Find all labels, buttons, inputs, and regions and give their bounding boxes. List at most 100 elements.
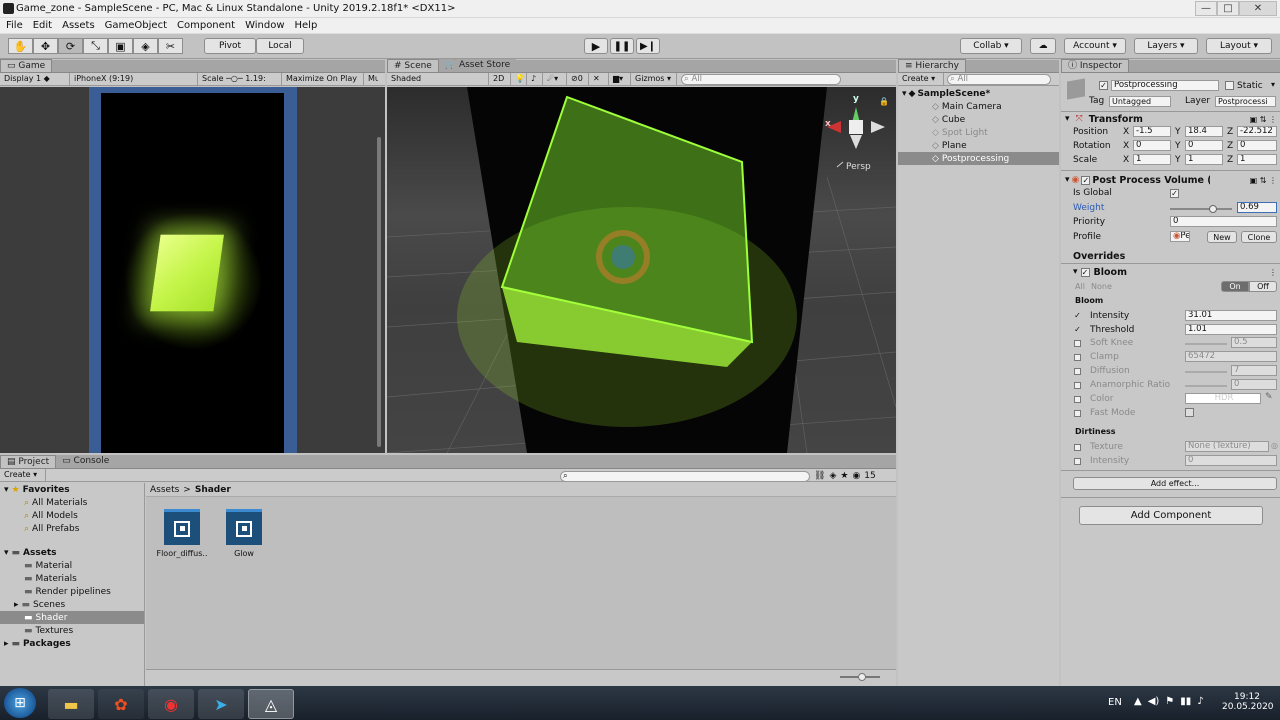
- audio-icon[interactable]: ♪: [527, 72, 543, 86]
- component-settings-icon[interactable]: ▣ ⇅ ⋮: [1250, 176, 1277, 185]
- threshold-input[interactable]: 1.01: [1185, 324, 1277, 335]
- explorer-taskbar-button[interactable]: ▬: [48, 689, 94, 719]
- tools-icon[interactable]: ✕: [589, 72, 609, 86]
- cloud-button[interactable]: ☁: [1030, 38, 1056, 54]
- hierarchy-item-selected[interactable]: ◇ Postprocessing: [898, 152, 1059, 165]
- menu-component[interactable]: Component: [177, 20, 235, 31]
- tab-hierarchy[interactable]: ≡ Hierarchy: [898, 59, 966, 72]
- menu-gameobject[interactable]: GameObject: [105, 20, 167, 31]
- scene-orientation-gizmo[interactable]: [827, 107, 885, 149]
- favorites-row[interactable]: ▾ ★ Favorites: [0, 483, 144, 496]
- custom-tool-icon[interactable]: ✂: [158, 38, 183, 54]
- asset-folder[interactable]: ▬ Material: [0, 559, 144, 572]
- bloom-header[interactable]: ▾ ✓ Bloom ⋮: [1073, 266, 1277, 278]
- menu-assets[interactable]: Assets: [62, 20, 95, 31]
- soft-knee-slider[interactable]: [1185, 343, 1227, 345]
- language-indicator[interactable]: EN: [1108, 697, 1122, 708]
- scene-search-input[interactable]: ⌕ All: [681, 73, 841, 85]
- override-checkbox[interactable]: [1074, 354, 1081, 361]
- clone-profile-button[interactable]: Clone: [1241, 231, 1277, 243]
- weight-slider-knob[interactable]: [1208, 205, 1217, 213]
- asset-folder[interactable]: ▬ Textures: [0, 624, 144, 637]
- override-checkbox[interactable]: [1074, 396, 1081, 403]
- bloom-enabled-checkbox[interactable]: ✓: [1080, 267, 1090, 277]
- layers-dropdown[interactable]: Layers ▾: [1134, 38, 1198, 54]
- rotate-tool-icon[interactable]: ⟳: [58, 38, 83, 54]
- add-component-button[interactable]: Add Component: [1079, 506, 1263, 525]
- favorite-item[interactable]: ⌕ All Materials: [0, 496, 144, 509]
- hierarchy-item[interactable]: ◇ Cube: [898, 113, 1059, 126]
- maximize-button[interactable]: □: [1217, 1, 1239, 16]
- ppv-enabled-checkbox[interactable]: ✓: [1081, 175, 1091, 185]
- favorite-item[interactable]: ⌕ All Models: [0, 509, 144, 522]
- component-settings-icon[interactable]: ▣ ⇅ ⋮: [1250, 115, 1277, 124]
- override-checkbox[interactable]: [1074, 382, 1081, 389]
- tab-project[interactable]: ▤ Project: [0, 455, 57, 468]
- diffusion-input[interactable]: 7: [1231, 365, 1277, 376]
- telegram-taskbar-button[interactable]: ➤: [198, 689, 244, 719]
- collab-dropdown[interactable]: Collab ▾: [960, 38, 1022, 54]
- profile-field[interactable]: ◉Pe: [1170, 231, 1190, 242]
- active-checkbox[interactable]: ✓: [1099, 81, 1108, 90]
- hierarchy-item[interactable]: ◇ Plane: [898, 139, 1059, 152]
- hierarchy-item[interactable]: ◇ Spot Light: [898, 126, 1059, 139]
- static-checkbox[interactable]: [1225, 81, 1234, 90]
- static-dropdown-icon[interactable]: ▾: [1271, 80, 1275, 89]
- local-toggle[interactable]: Local: [256, 38, 304, 54]
- rotation-z-input[interactable]: 0: [1237, 140, 1277, 151]
- move-tool-icon[interactable]: ✥: [33, 38, 58, 54]
- transform-header[interactable]: ▾ ⤧ Transform ▣ ⇅ ⋮: [1065, 113, 1277, 125]
- filter-type-icon[interactable]: ⛓: [814, 471, 825, 481]
- weight-slider[interactable]: [1170, 205, 1232, 213]
- override-checkbox[interactable]: [1074, 458, 1081, 465]
- override-checkbox[interactable]: [1074, 410, 1081, 417]
- favorite-star-icon[interactable]: ★: [840, 471, 848, 481]
- effects-icon[interactable]: ☄▾: [543, 72, 567, 86]
- position-x-input[interactable]: -1.5: [1133, 126, 1171, 137]
- color-swatch[interactable]: HDR: [1185, 393, 1261, 404]
- layout-dropdown[interactable]: Layout ▾: [1206, 38, 1272, 54]
- weight-input[interactable]: 0.69: [1237, 202, 1277, 213]
- eye-icon[interactable]: ◉: [852, 471, 860, 481]
- priority-input[interactable]: 0: [1170, 216, 1277, 227]
- filter-label-icon[interactable]: ◈: [829, 471, 836, 481]
- packages-row[interactable]: ▸ ▬ Packages: [0, 637, 144, 650]
- rotation-y-input[interactable]: 0: [1185, 140, 1223, 151]
- close-button[interactable]: ✕: [1239, 1, 1277, 16]
- intensity-input[interactable]: 31.01: [1185, 310, 1277, 321]
- tab-asset-store[interactable]: 🛒 Asset Store: [438, 59, 517, 72]
- transform-tool-icon[interactable]: ◈: [133, 38, 158, 54]
- persp-label[interactable]: Persp: [846, 162, 871, 172]
- menu-edit[interactable]: Edit: [33, 20, 52, 31]
- unity-taskbar-button[interactable]: ◬: [248, 689, 294, 719]
- scale-y-input[interactable]: 1: [1185, 154, 1223, 165]
- override-checkbox[interactable]: [1074, 340, 1081, 347]
- bloom-off-button[interactable]: Off: [1249, 281, 1277, 292]
- anamorphic-slider[interactable]: [1185, 385, 1227, 387]
- gizmos-dropdown[interactable]: Gizmos ▾: [631, 72, 677, 86]
- hierarchy-item[interactable]: ◇ Main Camera: [898, 100, 1059, 113]
- asset-file[interactable]: Glow: [220, 509, 268, 558]
- scale-tool-icon[interactable]: ⤡: [83, 38, 108, 54]
- account-dropdown[interactable]: Account ▾: [1064, 38, 1126, 54]
- scale-slider[interactable]: Scale ─○─ 1.19:: [198, 72, 282, 86]
- project-filter-icons[interactable]: ⛓ ◈ ★ ◉ 15: [814, 471, 876, 481]
- game-scrollbar[interactable]: [377, 137, 381, 447]
- scale-x-input[interactable]: 1: [1133, 154, 1171, 165]
- tray-arrow-icon[interactable]: ▲: [1134, 696, 1142, 707]
- lighting-icon[interactable]: 💡: [511, 72, 527, 86]
- anamorphic-input[interactable]: 0: [1231, 379, 1277, 390]
- bloom-none-toggle[interactable]: None: [1091, 282, 1112, 291]
- pause-button[interactable]: ❚❚: [610, 38, 634, 54]
- clamp-input[interactable]: 65472: [1185, 351, 1277, 362]
- tag-dropdown[interactable]: Untagged: [1109, 96, 1171, 107]
- flag-icon[interactable]: ⚑: [1165, 696, 1174, 707]
- breadcrumb-current[interactable]: Shader: [195, 485, 231, 495]
- override-checkbox[interactable]: ✓: [1073, 326, 1082, 335]
- menu-file[interactable]: File: [6, 20, 23, 31]
- 2d-toggle[interactable]: 2D: [489, 72, 511, 86]
- add-effect-button[interactable]: Add effect...: [1073, 477, 1277, 490]
- diffusion-slider[interactable]: [1185, 371, 1227, 373]
- menu-window[interactable]: Window: [245, 20, 284, 31]
- chrome-taskbar-button[interactable]: ◉: [148, 689, 194, 719]
